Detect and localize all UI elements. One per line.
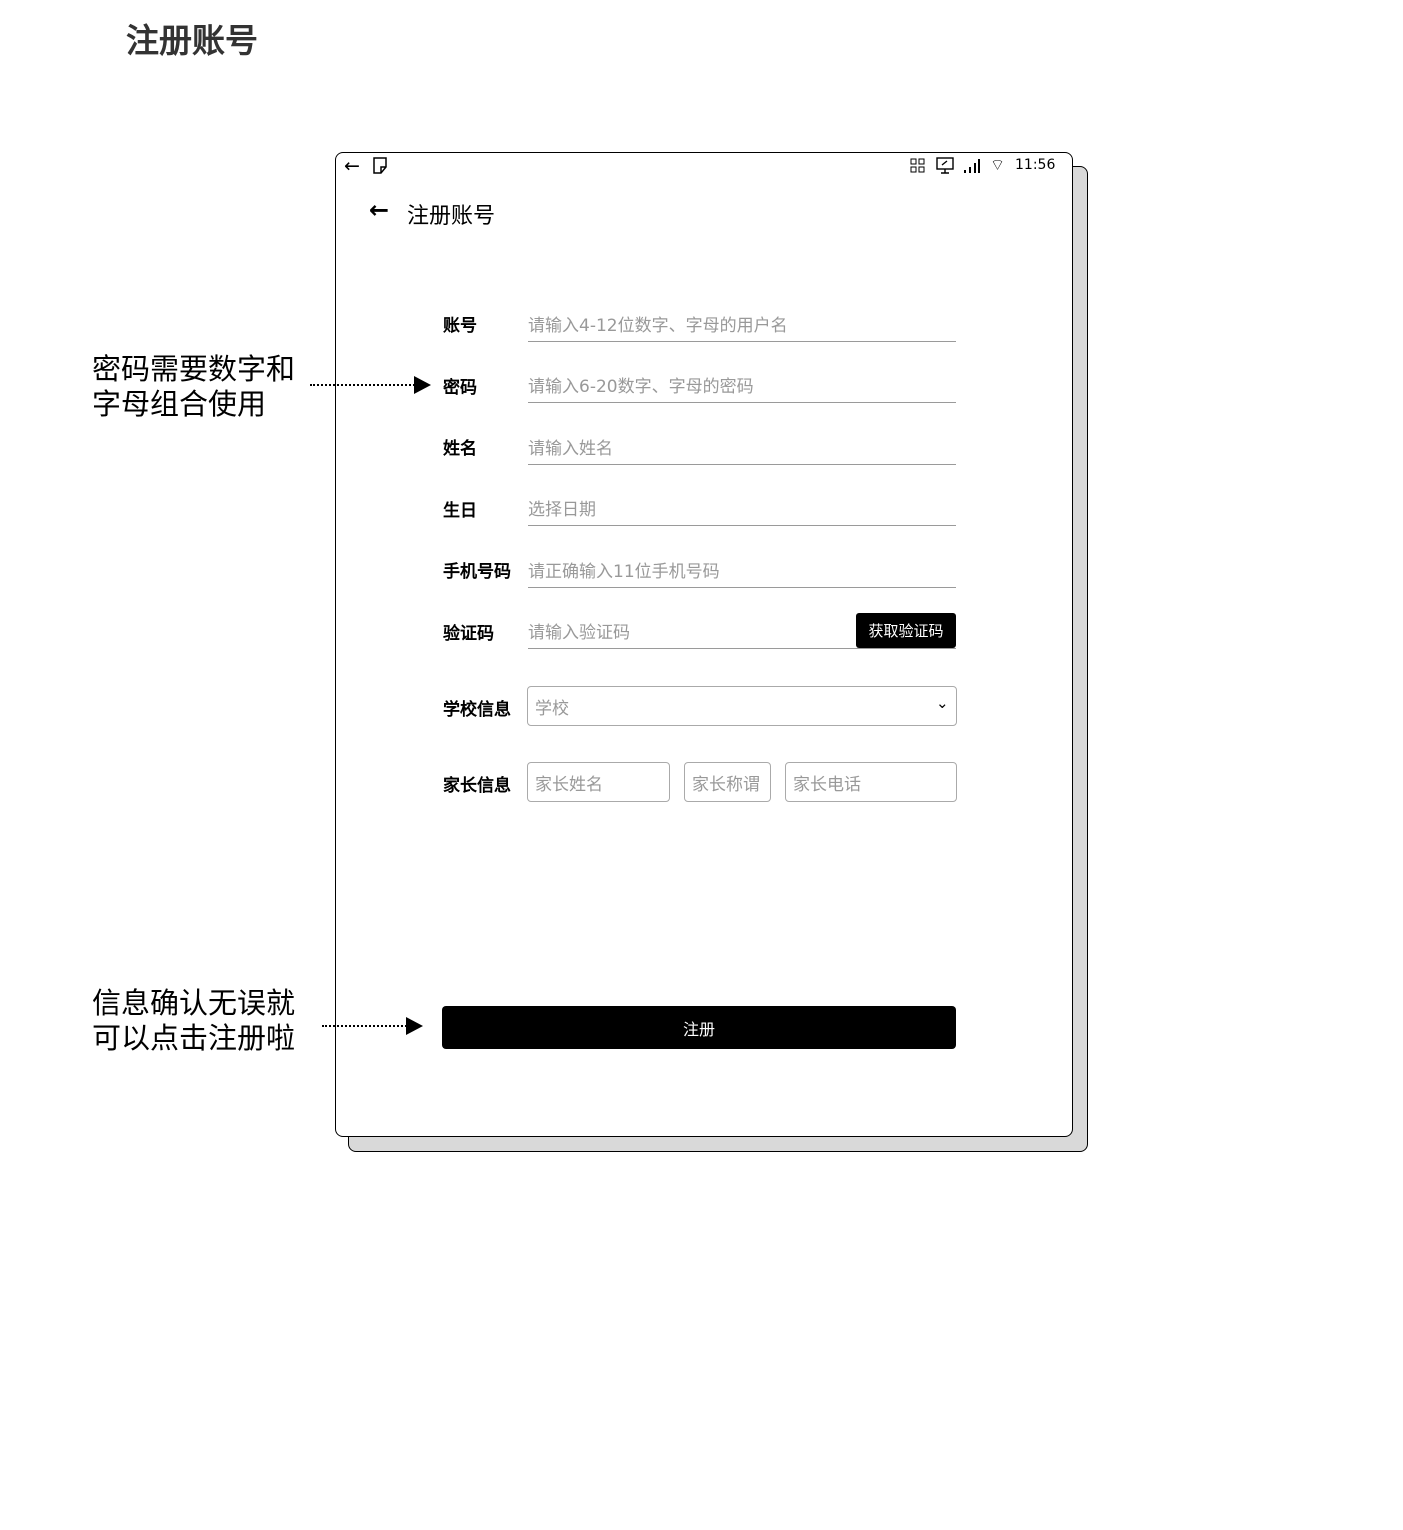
parent-label: 家长信息 bbox=[443, 776, 511, 796]
account-input[interactable]: 请输入4-12位数字、字母的用户名 bbox=[528, 306, 956, 342]
account-label: 账号 bbox=[443, 316, 477, 336]
birthday-label: 生日 bbox=[443, 501, 477, 521]
name-input[interactable]: 请输入姓名 bbox=[528, 429, 956, 465]
note-line: 密码需要数字和 bbox=[92, 352, 296, 386]
annotation-arrow-line bbox=[310, 384, 415, 386]
header-title: 注册账号 bbox=[407, 204, 496, 229]
phone-input[interactable]: 请正确输入11位手机号码 bbox=[528, 552, 956, 588]
birthday-input[interactable]: 选择日期 bbox=[528, 490, 956, 526]
parent-relation-input[interactable]: 家长称谓 bbox=[684, 762, 771, 802]
parent-phone-input[interactable]: 家长电话 bbox=[785, 762, 957, 802]
password-input[interactable]: 请输入6-20数字、字母的密码 bbox=[528, 367, 956, 403]
note-line: 可以点击注册啦 bbox=[92, 1021, 296, 1055]
screen-cast-icon bbox=[936, 157, 954, 174]
apps-icon bbox=[910, 158, 925, 173]
password-note: 密码需要数字和 字母组合使用 bbox=[92, 352, 295, 422]
annotation-arrow-line bbox=[322, 1025, 407, 1027]
note-line: 字母组合使用 bbox=[92, 387, 267, 421]
signal-icon bbox=[964, 159, 980, 173]
status-time: 11:56 bbox=[1015, 157, 1056, 173]
school-select[interactable]: 学校 bbox=[527, 686, 957, 726]
arrow-head-icon bbox=[414, 376, 431, 394]
password-label: 密码 bbox=[443, 378, 477, 398]
note-icon bbox=[373, 157, 387, 174]
note-line: 信息确认无误就 bbox=[92, 986, 296, 1020]
chevron-down-icon: ⌄ bbox=[936, 694, 949, 712]
submit-note: 信息确认无误就 可以点击注册啦 bbox=[92, 986, 295, 1056]
header-back-icon[interactable]: ← bbox=[369, 196, 389, 224]
arrow-head-icon bbox=[406, 1017, 423, 1035]
phone-label: 手机号码 bbox=[443, 562, 511, 582]
back-icon[interactable]: ← bbox=[344, 155, 360, 177]
school-select-value: 学校 bbox=[535, 698, 569, 719]
code-label: 验证码 bbox=[443, 624, 494, 644]
page-title: 注册账号 bbox=[126, 21, 258, 60]
register-button[interactable]: 注册 bbox=[442, 1006, 956, 1049]
wifi-icon: ⌔ bbox=[990, 155, 1006, 174]
parent-name-input[interactable]: 家长姓名 bbox=[527, 762, 670, 802]
school-label: 学校信息 bbox=[443, 700, 511, 720]
name-label: 姓名 bbox=[443, 439, 477, 459]
get-code-button[interactable]: 获取验证码 bbox=[856, 613, 956, 648]
